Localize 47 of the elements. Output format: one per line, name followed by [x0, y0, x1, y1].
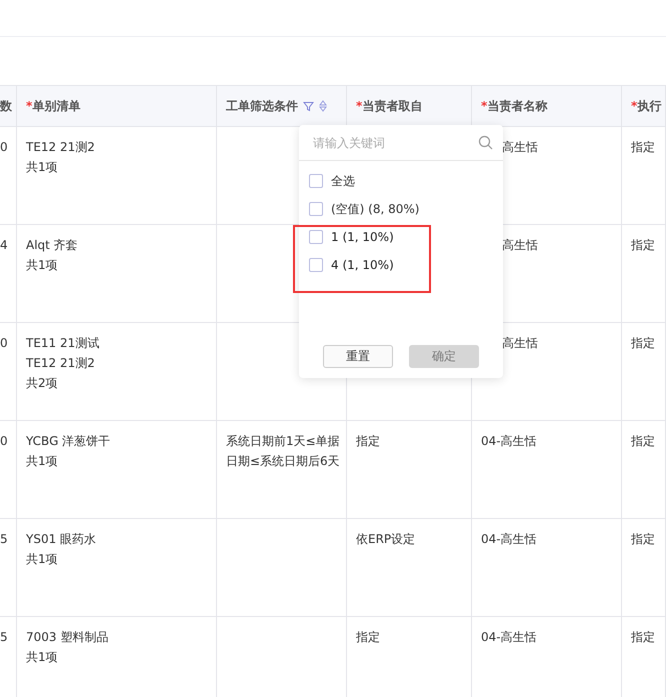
search-field[interactable]: 请输入关键词 — [311, 134, 478, 150]
table-cell-text: 指定 — [356, 629, 380, 646]
table-cell-text: 0 — [0, 433, 8, 450]
search-icon[interactable] — [478, 135, 493, 150]
table-cell-text: 依ERP设定 — [356, 531, 416, 548]
table-cell-text: 指定 — [631, 433, 655, 450]
table-cell-text: 04-高生恬 — [481, 433, 537, 450]
table-cell-text: 指定 — [631, 629, 655, 646]
column-header: *当责者名称 — [481, 98, 548, 114]
table-cell-text: TE12 21测2 共1项 — [26, 139, 95, 176]
table-cell-text: 指定 — [631, 139, 655, 156]
checkbox[interactable] — [309, 202, 323, 216]
filter-icon[interactable] — [303, 100, 314, 112]
table-cell-text: 指定 — [631, 237, 655, 254]
column-header: 数 — [0, 98, 12, 114]
option-label[interactable]: 4 (1, 10%) — [331, 258, 394, 272]
option-label[interactable]: (空值) (8, 80%) — [331, 200, 420, 218]
column-header: 工单筛选条件 — [226, 98, 298, 114]
checkbox[interactable] — [309, 258, 323, 272]
table-cell-text: YS01 眼药水 共1项 — [26, 531, 96, 568]
column-header: *执行 — [631, 98, 662, 114]
table-cell-text: 0 — [0, 139, 8, 156]
table-cell-text: 7003 塑料制品 共1项 — [26, 629, 108, 666]
table-cell-text: 5 — [0, 531, 8, 548]
checkbox[interactable] — [309, 230, 323, 244]
table-cell-text: 04-高生恬 — [481, 629, 537, 646]
table-cell-text: Alqt 齐套 共1项 — [26, 237, 78, 274]
table-cell-text: 高生恬 — [502, 139, 538, 156]
sort-icon[interactable] — [319, 100, 327, 112]
option-label[interactable]: 1 (1, 10%) — [331, 230, 394, 244]
column-header: *单别清单 — [26, 98, 80, 114]
reset-button[interactable]: 重置 — [323, 345, 393, 368]
table-cell-text: 高生恬 — [502, 335, 538, 352]
table-cell-text: YCBG 洋葱饼干 共1项 — [26, 433, 110, 470]
option-label[interactable]: 全选 — [331, 172, 355, 190]
table-cell-text: 指定 — [631, 531, 655, 548]
table-cell-text: 5 — [0, 629, 8, 646]
table-cell-text: 指定 — [631, 335, 655, 352]
table-cell-text: 高生恬 — [502, 237, 538, 254]
checkbox[interactable] — [309, 174, 323, 188]
column-header: *当责者取自 — [356, 98, 422, 114]
table-cell-text: 04-高生恬 — [481, 531, 537, 548]
table-cell-text: 4 — [0, 237, 8, 254]
table-cell-text: 指定 — [356, 433, 380, 450]
table-cell-text: 0 — [0, 335, 8, 352]
table-cell-text: 系统日期前1天≤单据日期≤系统日期后6天 — [226, 433, 341, 470]
table-cell-text: TE11 21测试 TE12 21测2 共2项 — [26, 335, 100, 392]
